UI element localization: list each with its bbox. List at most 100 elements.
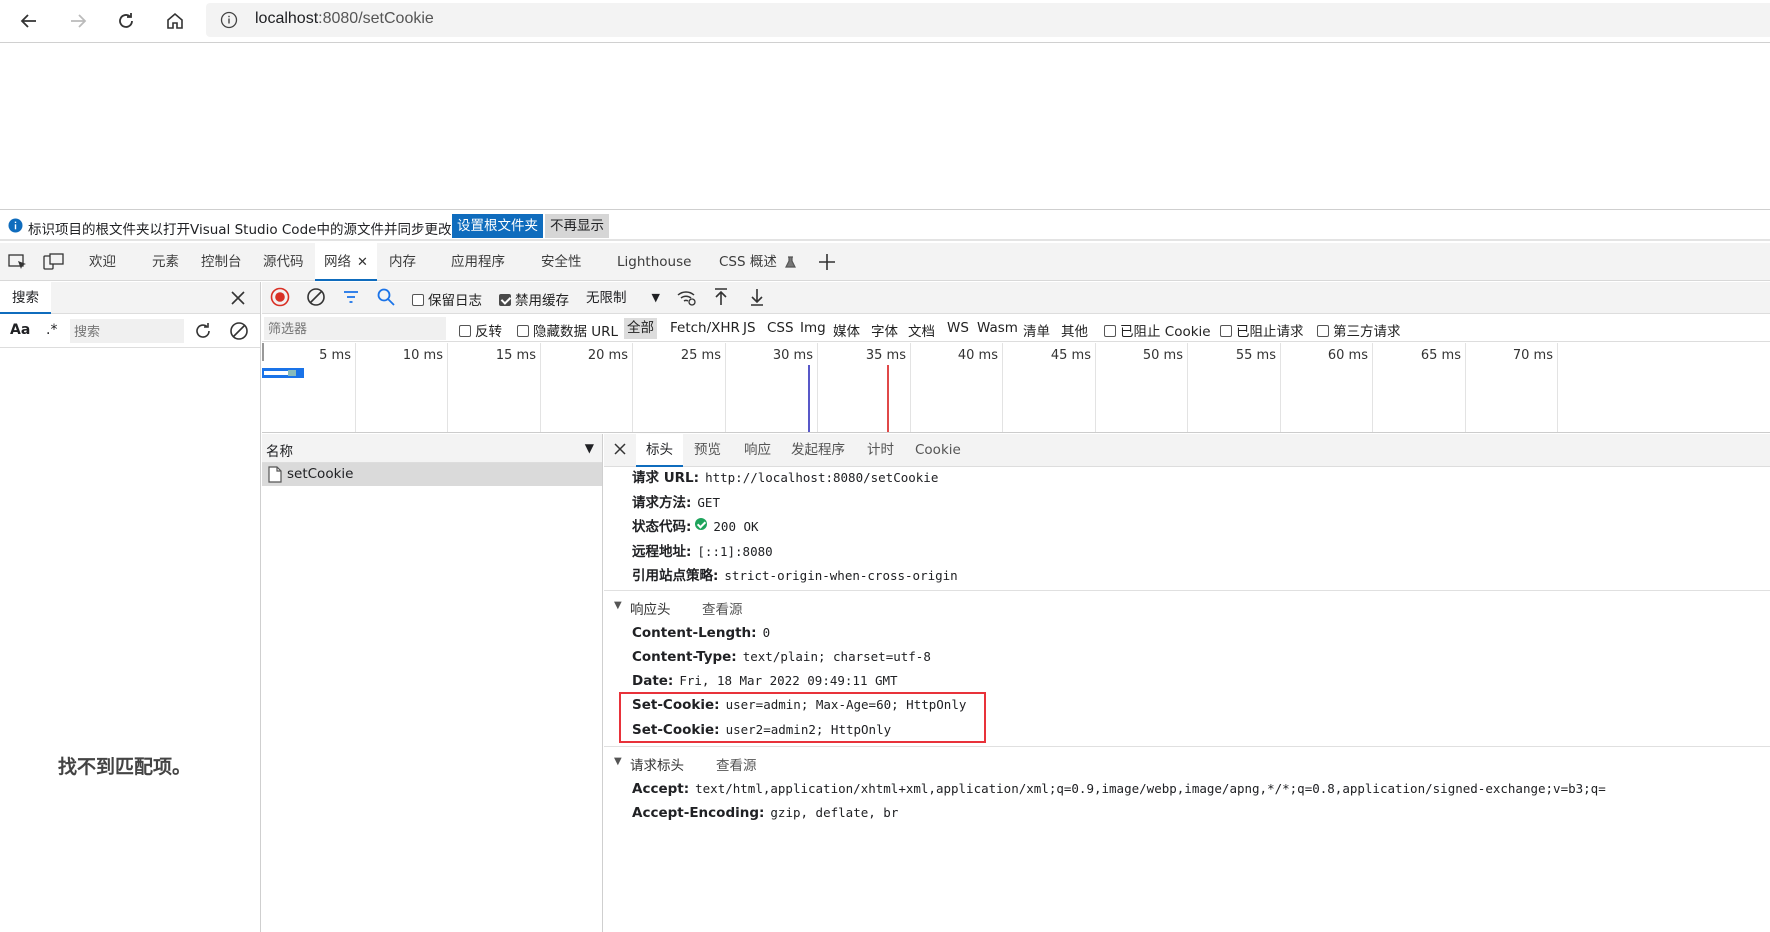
type-filter-fetch-xhr[interactable]: Fetch/XHR (670, 320, 740, 336)
view-source-link[interactable]: 查看源 (716, 754, 757, 774)
dropdown-arrow-icon: ▼ (651, 291, 660, 304)
section-title: 响应头 (630, 602, 671, 618)
close-details-button[interactable] (614, 443, 626, 455)
type-filter-manifest[interactable]: 清单 (1023, 320, 1050, 340)
load-event-marker (887, 365, 889, 432)
address-bar[interactable]: localhost:8080/setCookie (206, 3, 1770, 37)
tab-response[interactable]: 响应 (744, 434, 771, 467)
timeline-left-handle[interactable] (262, 343, 264, 361)
type-filter-all[interactable]: 全部 (624, 318, 657, 339)
timeline-tick-label: 55 ms (1235, 348, 1276, 363)
timeline-tick-label: 15 ms (495, 348, 536, 363)
type-filter-css[interactable]: CSS (767, 320, 794, 336)
timeline-gridline (725, 343, 726, 432)
tab-security[interactable]: 安全性 (541, 243, 582, 281)
type-filter-font[interactable]: 字体 (871, 320, 898, 340)
header-row-date: Date: Fri, 18 Mar 2022 09:49:11 GMT (632, 673, 898, 689)
network-conditions-button[interactable] (676, 287, 698, 307)
filter-input[interactable] (264, 317, 446, 340)
more-tabs-button[interactable] (817, 252, 837, 272)
type-filter-ws[interactable]: WS (947, 320, 969, 336)
set-root-folder-button[interactable]: 设置根文件夹 (452, 214, 543, 238)
search-button[interactable] (376, 287, 396, 307)
checkbox-box (1104, 325, 1116, 337)
blocked-cookies-checkbox[interactable]: 已阻止 Cookie (1104, 320, 1211, 340)
match-case-toggle[interactable]: Aa (10, 322, 30, 338)
request-download-segment (288, 370, 296, 376)
header-key: 远程地址: (632, 544, 692, 560)
type-filter-doc[interactable]: 文档 (908, 320, 935, 340)
home-button[interactable] (159, 5, 191, 37)
tab-console[interactable]: 控制台 (201, 243, 242, 281)
filter-toggle-button[interactable] (341, 287, 361, 307)
sort-dropdown-icon[interactable]: ▼ (585, 441, 594, 455)
checkbox-box (517, 325, 529, 337)
tab-memory[interactable]: 内存 (389, 243, 416, 281)
search-input[interactable] (70, 319, 184, 343)
request-headers-section[interactable]: ▼ 请求标头 查看源 (604, 746, 1770, 776)
type-filter-other[interactable]: 其他 (1061, 320, 1088, 340)
clear-log-button[interactable] (306, 287, 326, 307)
tab-preview[interactable]: 预览 (694, 434, 721, 467)
inspect-element-button[interactable] (8, 253, 28, 271)
header-key: 请求方法: (632, 495, 692, 511)
refresh-icon (119, 13, 133, 28)
header-value: [::1]:8080 (697, 544, 773, 559)
tab-network[interactable]: 网络 ✕ (315, 243, 377, 281)
expand-triangle-icon: ▼ (614, 600, 622, 611)
hide-data-urls-checkbox[interactable]: 隐藏数据 URL (517, 320, 618, 340)
response-headers-section[interactable]: ▼ 响应头 查看源 (604, 590, 1770, 620)
search-tab[interactable]: 搜索 (0, 282, 51, 314)
invert-checkbox[interactable]: 反转 (459, 320, 502, 340)
tab-sources[interactable]: 源代码 (263, 243, 304, 281)
refresh-button[interactable] (110, 5, 142, 37)
import-har-button[interactable] (711, 287, 731, 307)
device-toolbar-button[interactable] (43, 253, 65, 271)
tab-initiator[interactable]: 发起程序 (791, 434, 845, 467)
tab-css-overview-label: CSS 概述 (719, 254, 777, 270)
checkbox-box (412, 294, 424, 306)
type-filter-js[interactable]: JS (743, 320, 756, 336)
network-overview-timeline[interactable]: 5 ms 10 ms 15 ms 20 ms 25 ms 30 ms 35 ms 40 ms 4… (262, 343, 1770, 433)
tab-lighthouse[interactable]: Lighthouse (617, 243, 691, 281)
timeline-tick-label: 60 ms (1327, 348, 1368, 363)
no-results-message: 找不到匹配项。 (58, 756, 192, 778)
close-tab-icon[interactable]: ✕ (357, 255, 368, 270)
export-har-button[interactable] (747, 287, 767, 307)
refresh-search-button[interactable] (192, 320, 214, 342)
highlight-annotation-box (619, 692, 986, 743)
tab-welcome[interactable]: 欢迎 (89, 243, 116, 281)
info-icon (8, 218, 23, 233)
table-row[interactable]: setCookie (262, 463, 602, 486)
regex-toggle[interactable]: .* (46, 322, 57, 338)
preserve-log-checkbox[interactable]: 保留日志 (412, 289, 482, 309)
header-value: gzip, deflate, br (770, 805, 899, 820)
record-button[interactable] (270, 287, 290, 307)
dont-show-again-button[interactable]: 不再显示 (545, 214, 609, 238)
tab-headers[interactable]: 标头 (636, 434, 683, 467)
checkbox-box (1220, 325, 1232, 337)
disable-cache-checkbox[interactable]: 禁用缓存 (499, 289, 569, 309)
tab-elements[interactable]: 元素 (152, 243, 179, 281)
close-search-button[interactable] (230, 290, 246, 306)
site-info-icon[interactable] (220, 11, 238, 29)
tab-timing[interactable]: 计时 (867, 434, 894, 467)
type-filter-media[interactable]: 媒体 (833, 320, 860, 340)
requests-table-header: 名称 ▼ (262, 434, 602, 463)
name-column-header[interactable]: 名称 (266, 440, 293, 460)
type-filter-img[interactable]: Img (800, 320, 826, 336)
clear-search-button[interactable] (228, 320, 250, 342)
throttling-select[interactable]: 无限制 ▼ (580, 286, 662, 310)
devtools-infobar: 标识项目的根文件夹以打开Visual Studio Code中的源文件并同步更改… (0, 209, 1770, 241)
url-path: :8080/setCookie (318, 10, 434, 27)
blocked-requests-checkbox[interactable]: 已阻止请求 (1220, 320, 1304, 340)
third-party-checkbox[interactable]: 第三方请求 (1317, 320, 1401, 340)
tab-application[interactable]: 应用程序 (451, 243, 505, 281)
tab-cookies[interactable]: Cookie (915, 434, 961, 467)
view-source-link[interactable]: 查看源 (702, 598, 743, 618)
header-row-accept: Accept: text/html,application/xhtml+xml,a… (632, 781, 1606, 797)
type-filter-wasm[interactable]: Wasm (977, 320, 1018, 336)
forward-button[interactable] (62, 5, 94, 37)
back-button[interactable] (13, 5, 45, 37)
tab-css-overview[interactable]: CSS 概述 (719, 243, 797, 281)
